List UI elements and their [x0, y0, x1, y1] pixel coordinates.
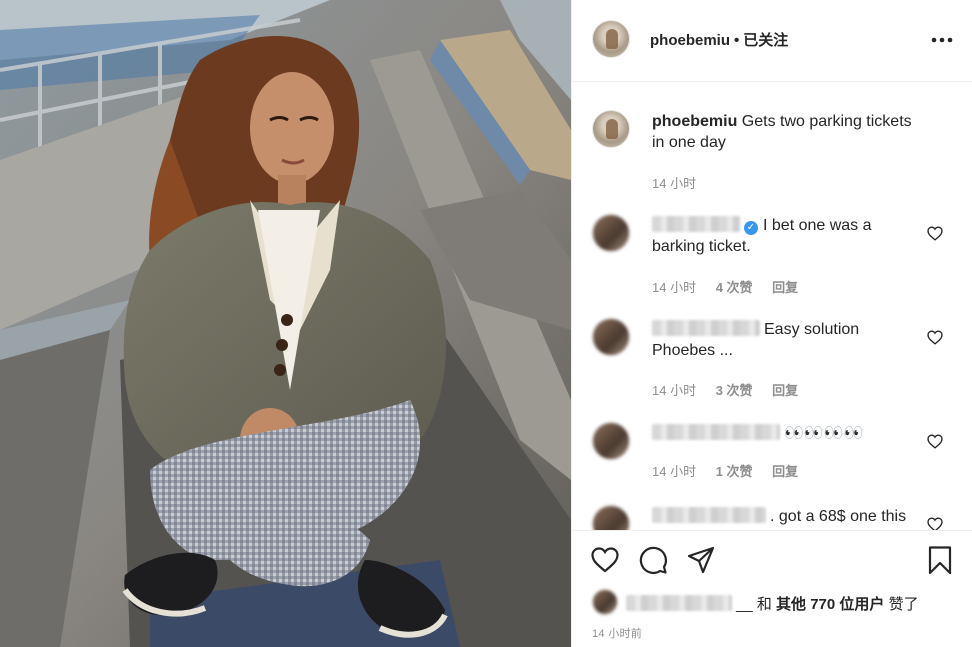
comment-like-heart-icon[interactable] [927, 330, 943, 345]
paper-plane-icon[interactable] [686, 545, 716, 575]
comment-text-block: Easy solution Phoebes ... [652, 319, 922, 361]
comment-text-block: ✓ I bet one was a barking ticket. [652, 215, 922, 257]
commenter-avatar[interactable] [592, 318, 630, 356]
comment-likes[interactable]: 1 次赞 [716, 464, 753, 479]
comment-like-heart-icon[interactable] [927, 226, 943, 241]
post-header: phoebemiu • 已关注 [572, 0, 972, 82]
comment-time: 14 小时 [652, 383, 697, 398]
caption-meta: 14 小时 [652, 173, 712, 192]
comments-list[interactable]: phoebemiu Gets two parking tickets in on… [572, 83, 972, 530]
heart-icon[interactable] [590, 545, 620, 575]
comment-reply-button[interactable]: 回复 [772, 280, 798, 295]
comment-likes[interactable]: 3 次赞 [716, 383, 753, 398]
comment-meta: 14 小时 1 次赞 回复 [652, 461, 814, 480]
likes-suffix: 赞了 [884, 596, 919, 613]
post-photo[interactable] [0, 0, 571, 647]
follow-status-button[interactable]: 已关注 [743, 32, 788, 49]
post-timestamp[interactable]: 14 小时前 [592, 625, 642, 641]
verified-badge-icon: ✓ [744, 221, 758, 235]
comment-like-heart-icon[interactable] [927, 434, 943, 449]
caption-text-block: phoebemiu Gets two parking tickets in on… [652, 111, 922, 153]
more-horizontal-icon[interactable] [931, 30, 953, 50]
comment-reply-button[interactable]: 回复 [772, 464, 798, 479]
commenter-username-blurred[interactable] [652, 424, 780, 440]
post-image [0, 0, 571, 647]
likes-others-count[interactable]: 其他 770 位用户 [776, 596, 884, 613]
post-actions: __ 和 其他 770 位用户 赞了 14 小时前 [572, 530, 972, 647]
commenter-username-blurred[interactable] [652, 507, 766, 523]
liker-avatar[interactable] [592, 589, 618, 615]
commenter-username-blurred[interactable] [652, 320, 760, 336]
liker-username-blurred[interactable] [626, 595, 732, 611]
comment-text-block: . got a 68$ one this [652, 506, 922, 527]
likes-text: __ 和 其他 770 位用户 赞了 [626, 593, 919, 614]
author-line: phoebemiu • 已关注 [650, 29, 788, 50]
post-side-panel: phoebemiu • 已关注 phoebemiu Gets two parking… [571, 0, 972, 647]
bookmark-icon[interactable] [925, 545, 955, 575]
commenter-username-blurred[interactable] [652, 216, 740, 232]
commenter-avatar[interactable] [592, 214, 630, 252]
caption-username[interactable]: phoebemiu [652, 113, 737, 130]
comment-text-block: 👀👀👀👀 [652, 423, 942, 444]
commenter-avatar[interactable] [592, 505, 630, 530]
likes-summary[interactable]: __ 和 其他 770 位用户 赞了 [592, 589, 952, 615]
comment-icon[interactable] [638, 545, 668, 575]
commenter-avatar[interactable] [592, 422, 630, 460]
separator-dot: • [734, 32, 740, 49]
comment-meta: 14 小时 3 次赞 回复 [652, 380, 814, 399]
comment-like-heart-icon[interactable] [927, 517, 943, 530]
author-avatar[interactable] [592, 20, 630, 58]
likes-prefix: __ 和 [736, 596, 777, 613]
author-username[interactable]: phoebemiu [650, 32, 730, 49]
caption-time: 14 小时 [652, 176, 697, 191]
comment-meta: 14 小时 4 次赞 回复 [652, 277, 814, 296]
caption-avatar[interactable] [592, 110, 630, 148]
comment-reply-button[interactable]: 回复 [772, 383, 798, 398]
comment-text: 👀👀👀👀 [784, 425, 864, 442]
comment-time: 14 小时 [652, 464, 697, 479]
comment-text: . got a 68$ one this [770, 508, 907, 525]
comment-time: 14 小时 [652, 280, 697, 295]
comment-likes[interactable]: 4 次赞 [716, 280, 753, 295]
